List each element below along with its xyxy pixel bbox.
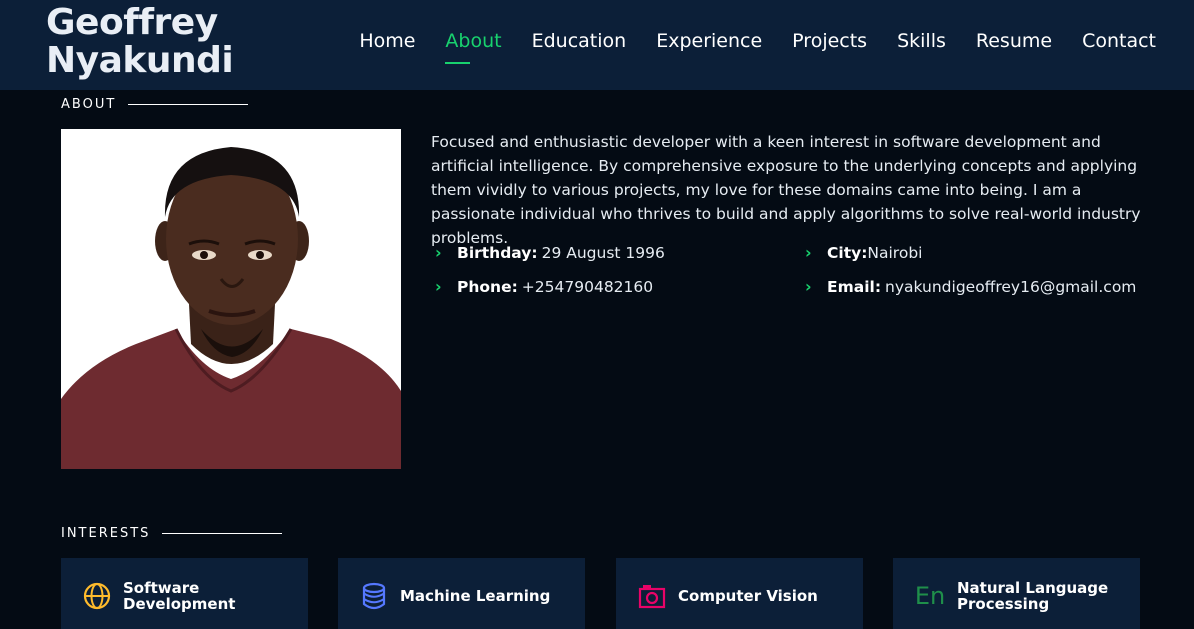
info-birthday: › Birthday: 29 August 1996 (435, 243, 665, 262)
chevron-right-icon: › (435, 277, 442, 296)
info-email: › Email: nyakundigeoffrey16@gmail.com (805, 277, 1136, 296)
email-value: nyakundigeoffrey16@gmail.com (885, 277, 1137, 296)
birthday-value: 29 August 1996 (541, 243, 665, 262)
interest-card-machine-learning[interactable]: Machine Learning (338, 558, 585, 629)
interests-title-text: INTERESTS (61, 526, 151, 541)
database-icon (360, 582, 388, 610)
chevron-right-icon: › (805, 277, 812, 296)
interest-label: Natural Language Processing (957, 578, 1109, 613)
nav-about[interactable]: About (445, 30, 502, 64)
interest-label: Machine Learning (400, 586, 551, 605)
title-divider (128, 104, 249, 105)
nav-contact[interactable]: Contact (1082, 30, 1156, 60)
phone-value: +254790482160 (521, 277, 654, 296)
nav-resume[interactable]: Resume (976, 30, 1052, 60)
birthday-label: Birthday: (457, 243, 538, 262)
about-bio: Focused and enthusiastic developer with … (431, 133, 1141, 247)
interest-card-software-development[interactable]: Software Development (61, 558, 308, 629)
nav-skills[interactable]: Skills (897, 30, 946, 60)
header: Geoffrey Nyakundi Home About Education E… (0, 0, 1194, 90)
about-section-title: ABOUT (61, 97, 249, 112)
interests-section-title: INTERESTS (61, 526, 283, 541)
about-title-text: ABOUT (61, 97, 117, 112)
nav-experience[interactable]: Experience (656, 30, 762, 60)
title-divider (162, 533, 283, 534)
chevron-right-icon: › (805, 243, 812, 262)
main-nav: Home About Education Experience Projects… (359, 30, 1156, 64)
city-value: Nairobi (867, 243, 923, 262)
camera-icon (638, 582, 666, 610)
interest-label: Software Development (123, 578, 236, 613)
interest-card-computer-vision[interactable]: Computer Vision (616, 558, 863, 629)
info-city: › City: Nairobi (805, 243, 922, 262)
language-icon-text: En (914, 581, 946, 610)
nav-projects[interactable]: Projects (792, 30, 867, 60)
profile-portrait-illustration (61, 129, 401, 469)
city-label: City: (827, 243, 868, 262)
globe-icon (83, 582, 111, 610)
nav-education[interactable]: Education (532, 30, 627, 60)
interest-label: Computer Vision (678, 586, 818, 605)
logo-first-name: Geoffrey (46, 2, 218, 43)
site-logo[interactable]: Geoffrey Nyakundi (46, 2, 234, 81)
nav-home[interactable]: Home (359, 30, 415, 60)
language-icon: En (915, 582, 945, 610)
info-phone: › Phone: +254790482160 (435, 277, 653, 296)
profile-photo (61, 129, 401, 469)
email-label: Email: (827, 277, 882, 296)
phone-label: Phone: (457, 277, 518, 296)
interest-card-natural-language-processing[interactable]: En Natural Language Processing (893, 558, 1140, 629)
chevron-right-icon: › (435, 243, 442, 262)
logo-last-name: Nyakundi (46, 40, 234, 81)
